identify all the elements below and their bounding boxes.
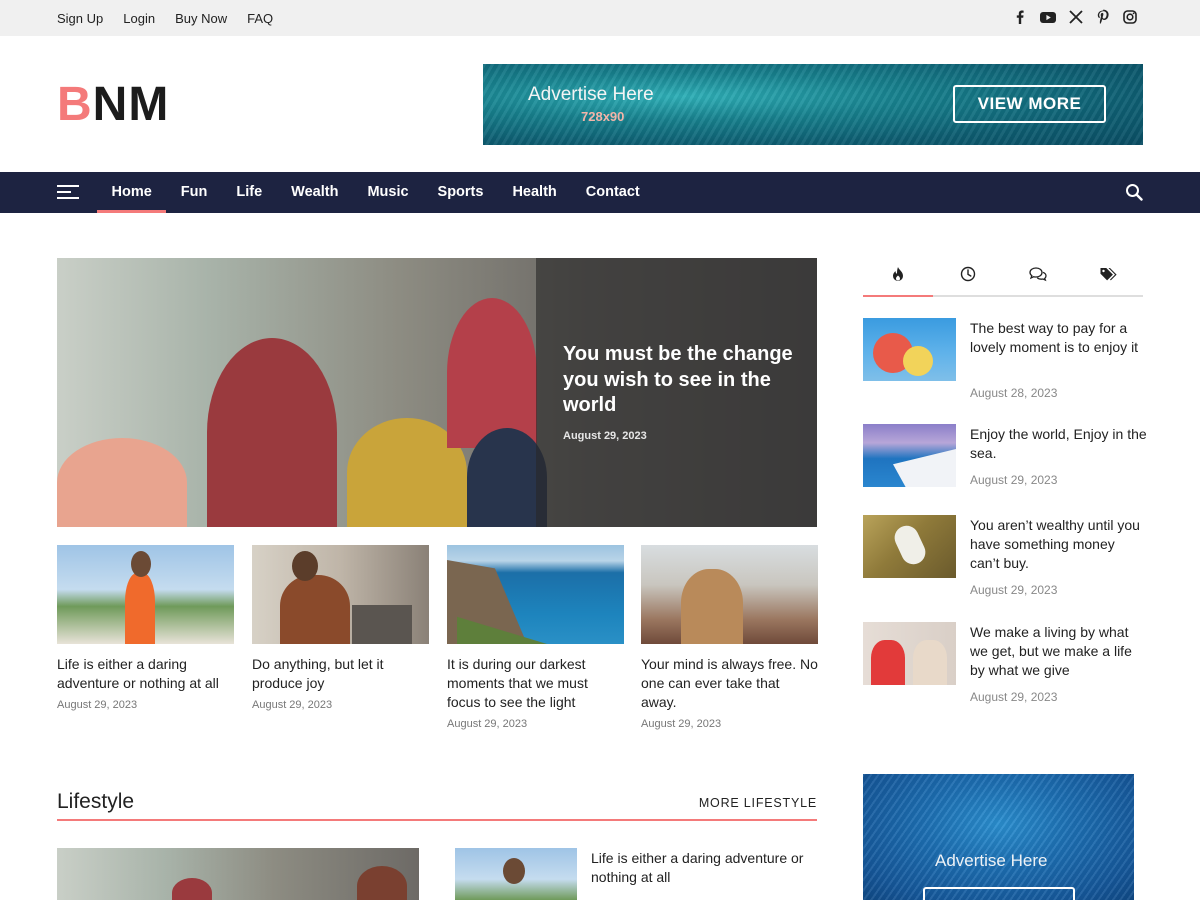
lifestyle-post-title[interactable]: Life is either a daring adventure or not… — [591, 849, 821, 887]
sidebar-post-thumbnail[interactable] — [863, 318, 956, 381]
tab-tags[interactable] — [1073, 262, 1143, 295]
nav-item-sports[interactable]: Sports — [423, 172, 498, 213]
sidebar-post-thumbnail[interactable] — [863, 515, 956, 578]
post-card[interactable]: Your mind is always free. No one can eve… — [641, 545, 818, 730]
sidebar-post-thumbnail[interactable] — [863, 622, 956, 685]
post-thumbnail[interactable] — [447, 545, 624, 644]
logo-letter-accent: B — [57, 78, 93, 131]
sidebar-post-date: August 29, 2023 — [970, 473, 1058, 487]
buy-now-link[interactable]: Buy Now — [175, 11, 227, 26]
sidebar-ad-title: Advertise Here — [935, 851, 1048, 870]
nav-item-health[interactable]: Health — [498, 172, 571, 213]
pinterest-icon[interactable] — [1095, 9, 1111, 25]
sidebar-post-date: August 29, 2023 — [970, 690, 1058, 704]
ad-size: 728x90 — [581, 109, 625, 124]
hero-image-figure — [207, 338, 337, 527]
post-thumbnail[interactable] — [641, 545, 818, 644]
sidebar-post[interactable]: Enjoy the world, Enjoy in the sea. Augus… — [863, 424, 1147, 494]
post-date: August 29, 2023 — [252, 699, 333, 711]
nav-item-fun[interactable]: Fun — [166, 172, 222, 213]
hero-title[interactable]: You must be the change you wish to see i… — [563, 342, 803, 419]
post-title[interactable]: Life is either a daring adventure or not… — [57, 655, 234, 693]
hero-post[interactable]: You must be the change you wish to see i… — [57, 258, 817, 527]
hero-image-figure — [467, 428, 547, 527]
sidebar-post-title[interactable]: You aren’t wealthy until you have someth… — [970, 516, 1148, 573]
sidebar-post-title[interactable]: The best way to pay for a lovely moment … — [970, 319, 1148, 357]
facebook-icon[interactable] — [1012, 9, 1028, 25]
lifestyle-featured-thumbnail[interactable] — [57, 848, 419, 900]
main-nav: Home Fun Life Wealth Music Sports Health… — [0, 172, 1200, 213]
top-bar: Sign Up Login Buy Now FAQ — [0, 0, 1200, 36]
post-date: August 29, 2023 — [641, 718, 722, 730]
section-title: Lifestyle — [57, 790, 135, 813]
nav-item-home[interactable]: Home — [97, 172, 167, 213]
post-title[interactable]: It is during our darkest moments that we… — [447, 655, 624, 712]
sidebar-post-date: August 28, 2023 — [970, 386, 1058, 400]
sidebar-post-date: August 29, 2023 — [970, 583, 1058, 597]
nav-item-music[interactable]: Music — [353, 172, 423, 213]
social-links — [1012, 9, 1138, 25]
nav-item-contact[interactable]: Contact — [571, 172, 654, 213]
post-card[interactable]: It is during our darkest moments that we… — [447, 545, 624, 730]
sidebar-post[interactable]: We make a living by what we get, but we … — [863, 622, 1143, 706]
more-lifestyle-link[interactable]: MORE LIFESTYLE — [699, 796, 817, 810]
tags-icon — [1099, 266, 1117, 287]
post-card[interactable]: Do anything, but let it produce joy Augu… — [252, 545, 429, 711]
lifestyle-section-header: Lifestyle MORE LIFESTYLE — [57, 789, 817, 821]
hero-date: August 29, 2023 — [563, 430, 647, 442]
sidebar-post[interactable]: You aren’t wealthy until you have someth… — [863, 515, 1143, 599]
faq-link[interactable]: FAQ — [247, 11, 273, 26]
search-icon[interactable] — [1125, 183, 1143, 206]
sidebar-post-title[interactable]: We make a living by what we get, but we … — [970, 623, 1148, 680]
nav-menu: Home Fun Life Wealth Music Sports Health… — [97, 172, 654, 213]
login-link[interactable]: Login — [123, 11, 155, 26]
sidebar-post-thumbnail[interactable] — [863, 424, 956, 487]
post-thumbnail[interactable] — [252, 545, 429, 644]
view-more-button[interactable]: VIEW MORE — [953, 85, 1106, 123]
tab-comments[interactable] — [1003, 262, 1073, 295]
hamburger-menu-icon[interactable] — [57, 185, 79, 201]
hero-image-figure — [447, 298, 537, 448]
post-title[interactable]: Do anything, but let it produce joy — [252, 655, 429, 693]
post-date: August 29, 2023 — [447, 718, 528, 730]
nav-item-life[interactable]: Life — [222, 172, 277, 213]
instagram-icon[interactable] — [1122, 9, 1138, 25]
signup-link[interactable]: Sign Up — [57, 11, 103, 26]
post-card[interactable]: Life is either a daring adventure or not… — [57, 545, 234, 711]
post-thumbnail[interactable] — [57, 545, 234, 644]
hero-image-figure — [57, 438, 187, 527]
logo-letters: NM — [92, 78, 170, 131]
x-icon[interactable] — [1068, 9, 1084, 25]
post-date: August 29, 2023 — [57, 699, 138, 711]
comments-icon — [1028, 266, 1048, 287]
lifestyle-post-thumbnail[interactable] — [455, 848, 577, 900]
nav-item-wealth[interactable]: Wealth — [277, 172, 353, 213]
sidebar-tabs — [863, 262, 1143, 297]
fire-icon — [891, 266, 905, 287]
youtube-icon[interactable] — [1039, 9, 1057, 25]
sidebar-ad[interactable]: Advertise Here — [863, 774, 1134, 900]
tab-popular[interactable] — [863, 262, 933, 297]
header-ad-banner[interactable]: Advertise Here 728x90 VIEW MORE — [483, 64, 1143, 145]
sidebar-post[interactable]: The best way to pay for a lovely moment … — [863, 318, 1143, 408]
post-title[interactable]: Your mind is always free. No one can eve… — [641, 655, 818, 712]
sidebar-post-title[interactable]: Enjoy the world, Enjoy in the sea. — [970, 425, 1148, 463]
clock-icon — [960, 266, 976, 287]
sidebar-ad-button[interactable] — [923, 887, 1075, 900]
site-logo[interactable]: BNM — [57, 81, 169, 129]
top-links: Sign Up Login Buy Now FAQ — [57, 11, 273, 26]
tab-recent[interactable] — [933, 262, 1003, 295]
ad-title: Advertise Here — [528, 84, 654, 105]
